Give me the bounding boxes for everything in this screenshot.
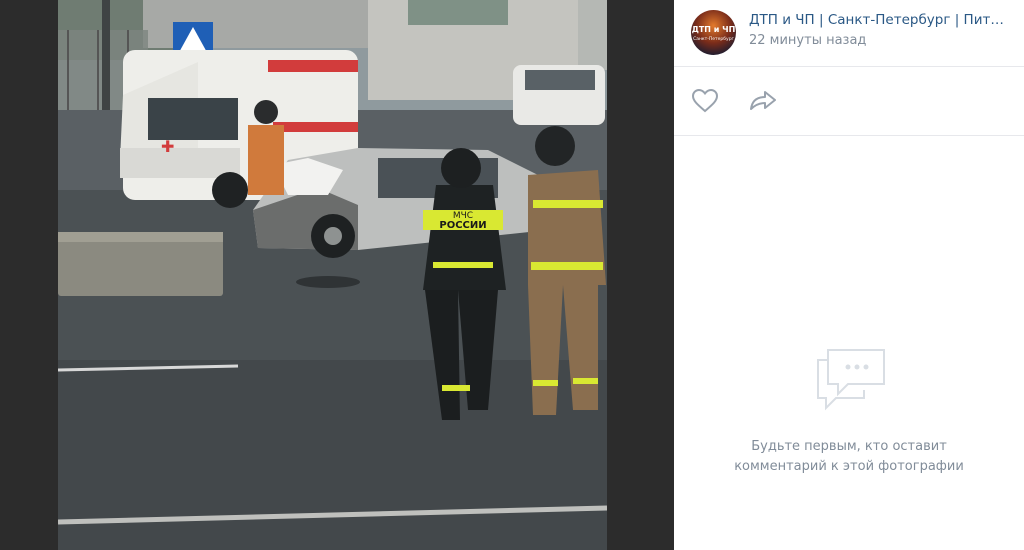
share-button[interactable]	[748, 86, 778, 116]
photo-viewer: ✚ МЧС РОССИИ	[0, 0, 674, 550]
post-owner-link[interactable]: ДТП и ЧП | Санкт-Петербург | Питер Онлай…	[749, 12, 1009, 28]
comments-empty-text: Будьте первым, кто оставит комментарий к…	[699, 437, 999, 477]
svg-text:✚: ✚	[161, 137, 174, 156]
comments-empty-line2: комментарий к этой фотографии	[734, 459, 964, 474]
comments-empty-line1: Будьте первым, кто оставит	[751, 439, 947, 454]
photo-image: ✚ МЧС РОССИИ	[58, 0, 607, 550]
vest-text-bottom: РОССИИ	[439, 220, 486, 231]
heart-icon	[691, 88, 719, 113]
comments-empty: Будьте первым, кто оставит комментарий к…	[674, 136, 1024, 550]
post-time[interactable]: 22 минуты назад	[749, 33, 866, 48]
like-button[interactable]	[690, 86, 720, 116]
photo[interactable]: ✚ МЧС РОССИИ	[58, 0, 607, 550]
post-actions	[674, 67, 1024, 136]
share-icon	[750, 91, 776, 110]
avatar-text-bottom: Санкт-Петербург	[693, 36, 734, 42]
avatar-text-top: ДТП и ЧП	[692, 25, 736, 34]
comments-icon	[814, 346, 888, 412]
post-header: ДТП и ЧП Санкт-Петербург ДТП и ЧП | Санк…	[674, 0, 1024, 67]
avatar[interactable]: ДТП и ЧП Санкт-Петербург	[691, 10, 736, 55]
post-panel: ДТП и ЧП Санкт-Петербург ДТП и ЧП | Санк…	[674, 0, 1024, 550]
